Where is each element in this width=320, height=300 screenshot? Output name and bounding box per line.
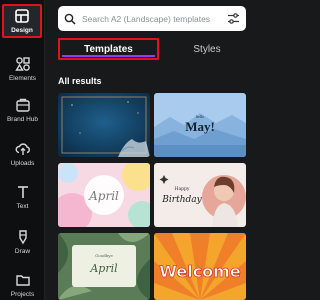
sidebar-item-text[interactable]: Text <box>0 173 45 221</box>
shapes-icon <box>14 57 30 71</box>
sidebar-item-label: Uploads <box>10 160 35 167</box>
results-heading: All results <box>58 76 102 86</box>
sidebar-item-draw[interactable]: Draw <box>0 218 45 266</box>
template-thumbnail[interactable] <box>58 93 150 157</box>
sidebar-item-label: Elements <box>8 75 37 82</box>
text-icon <box>17 186 28 198</box>
side-rail: Design Elements Brand Hub Uploads Text D… <box>0 0 45 300</box>
template-thumbnail[interactable]: Goodbye April <box>58 233 150 300</box>
template-thumbnail[interactable]: Welcome <box>154 233 246 300</box>
template-text: Birthday <box>161 195 202 205</box>
template-subtext: Happy <box>175 186 190 192</box>
upload-icon <box>15 143 30 155</box>
tab-bar: Templates Styles <box>58 38 246 60</box>
search-bar[interactable] <box>58 6 246 31</box>
sidebar-item-label: Projects <box>10 291 35 298</box>
sidebar-item-label: Draw <box>14 248 31 255</box>
template-subtext: Goodbye <box>95 253 113 258</box>
search-icon <box>64 13 76 25</box>
template-thumbnail[interactable]: April <box>58 163 150 227</box>
filter-icon[interactable] <box>227 12 240 25</box>
sidebar-item-uploads[interactable]: Uploads <box>0 130 45 178</box>
sidebar-item-brand-hub[interactable]: Brand Hub <box>0 86 45 134</box>
tab-styles[interactable]: Styles <box>168 38 246 60</box>
sidebar-item-label: Design <box>11 27 33 34</box>
template-thumbnail[interactable]: hello May! <box>154 93 246 157</box>
template-text: April <box>89 262 118 275</box>
tab-templates[interactable]: Templates <box>58 38 159 60</box>
brand-icon <box>15 98 30 112</box>
layout-icon <box>15 9 29 23</box>
pen-icon <box>18 230 27 245</box>
template-text: Welcome <box>159 262 241 281</box>
search-input[interactable] <box>82 13 214 24</box>
template-text: April <box>88 189 119 203</box>
sidebar-item-projects[interactable]: Projects <box>0 261 45 300</box>
sidebar-item-label: Brand Hub <box>6 116 39 123</box>
sidebar-item-design[interactable]: Design <box>2 4 42 38</box>
folder-icon <box>15 275 30 286</box>
template-thumbnail[interactable]: Happy Birthday <box>154 163 246 227</box>
template-text: May! <box>185 119 215 134</box>
sidebar-item-label: Text <box>16 203 29 210</box>
